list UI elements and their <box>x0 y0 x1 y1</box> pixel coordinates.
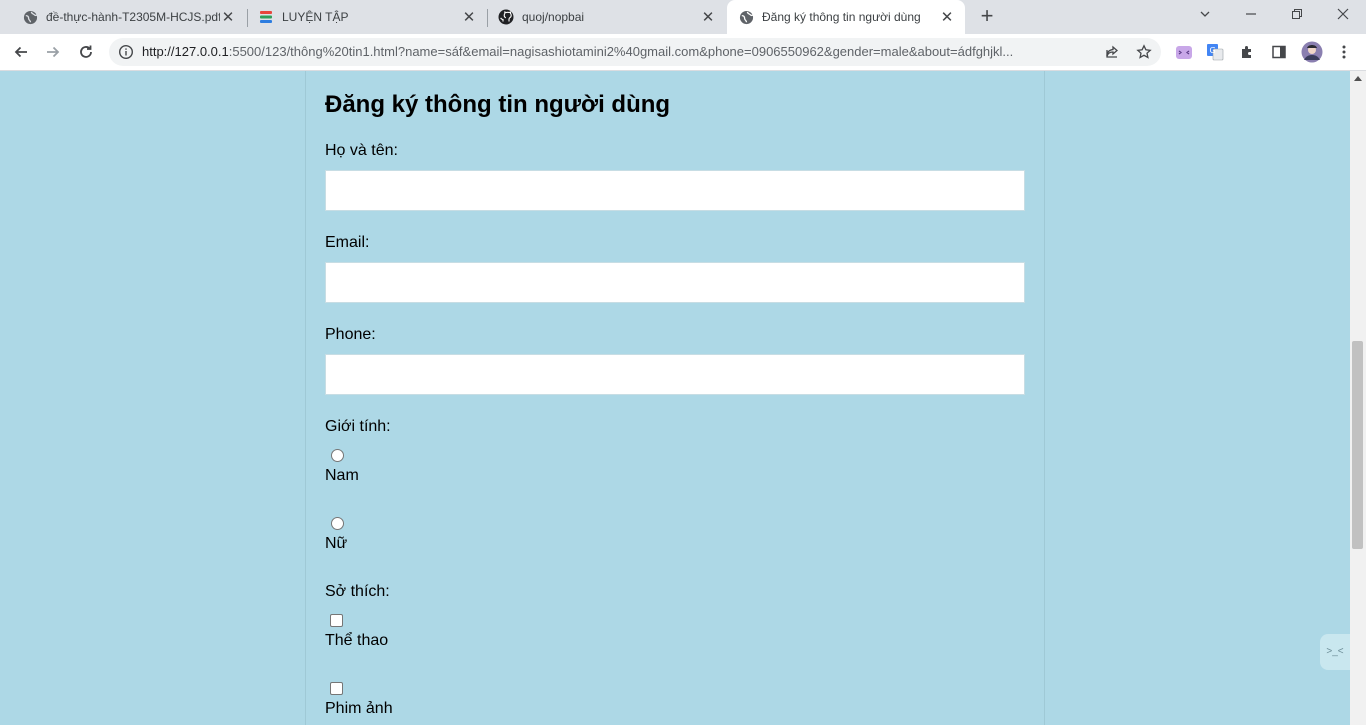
url-text: http://127.0.0.1:5500/123/thông%20tin1.h… <box>142 38 1092 66</box>
form-title: Đăng ký thông tin người dùng <box>325 91 671 118</box>
name-input[interactable] <box>325 170 1025 211</box>
tab-title: đề-thực-hành-T2305M-HCJS.pdf <box>46 10 220 24</box>
close-window-icon[interactable] <box>1320 4 1366 28</box>
tab-github[interactable]: quoj/nopbai ✕ <box>476 0 726 34</box>
close-icon[interactable]: ✕ <box>939 9 955 26</box>
tab-search-icon[interactable] <box>1182 4 1228 28</box>
gender-label: Giới tính: <box>325 418 391 435</box>
address-bar[interactable]: http://127.0.0.1:5500/123/thông%20tin1.h… <box>109 38 1161 66</box>
form-container: Đăng ký thông tin người dùng Họ và tên: … <box>305 71 1045 725</box>
tab-strip: đề-thực-hành-T2305M-HCJS.pdf ✕ LUYỆN TẬP… <box>0 0 1366 34</box>
globe-icon <box>22 9 38 25</box>
app-logo-icon <box>258 9 274 25</box>
hobby-label: Sở thích: <box>325 583 390 600</box>
close-icon[interactable]: ✕ <box>461 9 477 26</box>
page-scrollbar[interactable] <box>1350 71 1366 725</box>
minimize-icon[interactable] <box>1228 4 1274 28</box>
share-icon[interactable] <box>1103 43 1121 61</box>
extension-mascot-icon[interactable] <box>1174 42 1194 62</box>
scroll-up-arrow-icon[interactable] <box>1354 76 1362 81</box>
scroll-thumb[interactable] <box>1352 341 1363 549</box>
url-path: :5500/123/thông%20tin1.html?name=sáf&ema… <box>228 44 1014 59</box>
phone-input[interactable] <box>325 354 1025 395</box>
reload-icon[interactable] <box>73 39 99 65</box>
email-input[interactable] <box>325 262 1025 303</box>
avatar[interactable] <box>1301 41 1323 63</box>
close-icon[interactable]: ✕ <box>700 9 716 26</box>
side-widget-tab[interactable]: >_< <box>1320 634 1350 670</box>
site-info-icon[interactable] <box>118 44 134 60</box>
page-viewport: Đăng ký thông tin người dùng Họ và tên: … <box>0 71 1350 725</box>
gender-radio-female[interactable] <box>331 517 344 530</box>
menu-dots-icon[interactable] <box>1334 42 1354 62</box>
globe-icon <box>738 9 754 25</box>
browser-toolbar: http://127.0.0.1:5500/123/thông%20tin1.h… <box>0 34 1366 71</box>
extensions-puzzle-icon[interactable] <box>1237 42 1257 62</box>
hobby-option-movies: Phim ảnh <box>325 700 393 717</box>
bookmark-star-icon[interactable] <box>1135 43 1153 61</box>
tab-active-form[interactable]: Đăng ký thông tin người dùng ✕ <box>727 0 965 34</box>
tab-title: quoj/nopbai <box>522 10 585 24</box>
tab-title: LUYỆN TẬP <box>282 10 349 24</box>
forward-icon[interactable] <box>40 39 66 65</box>
hobby-option-sports: Thể thao <box>325 632 389 649</box>
restore-icon[interactable] <box>1274 4 1320 28</box>
translate-icon[interactable]: G <box>1205 42 1225 62</box>
tab-title: Đăng ký thông tin người dùng <box>762 10 921 24</box>
gender-option-female: Nữ <box>325 535 348 552</box>
close-icon[interactable]: ✕ <box>220 9 236 26</box>
name-label: Họ và tên: <box>325 142 398 159</box>
github-icon <box>498 9 514 25</box>
new-tab-button[interactable]: + <box>976 5 998 28</box>
hobby-checkbox-sports[interactable] <box>330 614 343 627</box>
tab-luyen-tap[interactable]: LUYỆN TẬP ✕ <box>236 0 487 34</box>
url-host: http://127.0.0.1 <box>142 44 229 59</box>
email-label: Email: <box>325 234 370 251</box>
back-icon[interactable] <box>8 39 34 65</box>
gender-radio-male[interactable] <box>331 449 344 462</box>
phone-label: Phone: <box>325 326 376 343</box>
tab-pdf[interactable]: đề-thực-hành-T2305M-HCJS.pdf ✕ <box>0 0 246 34</box>
hobby-checkbox-movies[interactable] <box>330 682 343 695</box>
svg-text:G: G <box>1210 46 1216 55</box>
side-panel-icon[interactable] <box>1269 42 1289 62</box>
gender-option-male: Nam <box>325 467 359 484</box>
